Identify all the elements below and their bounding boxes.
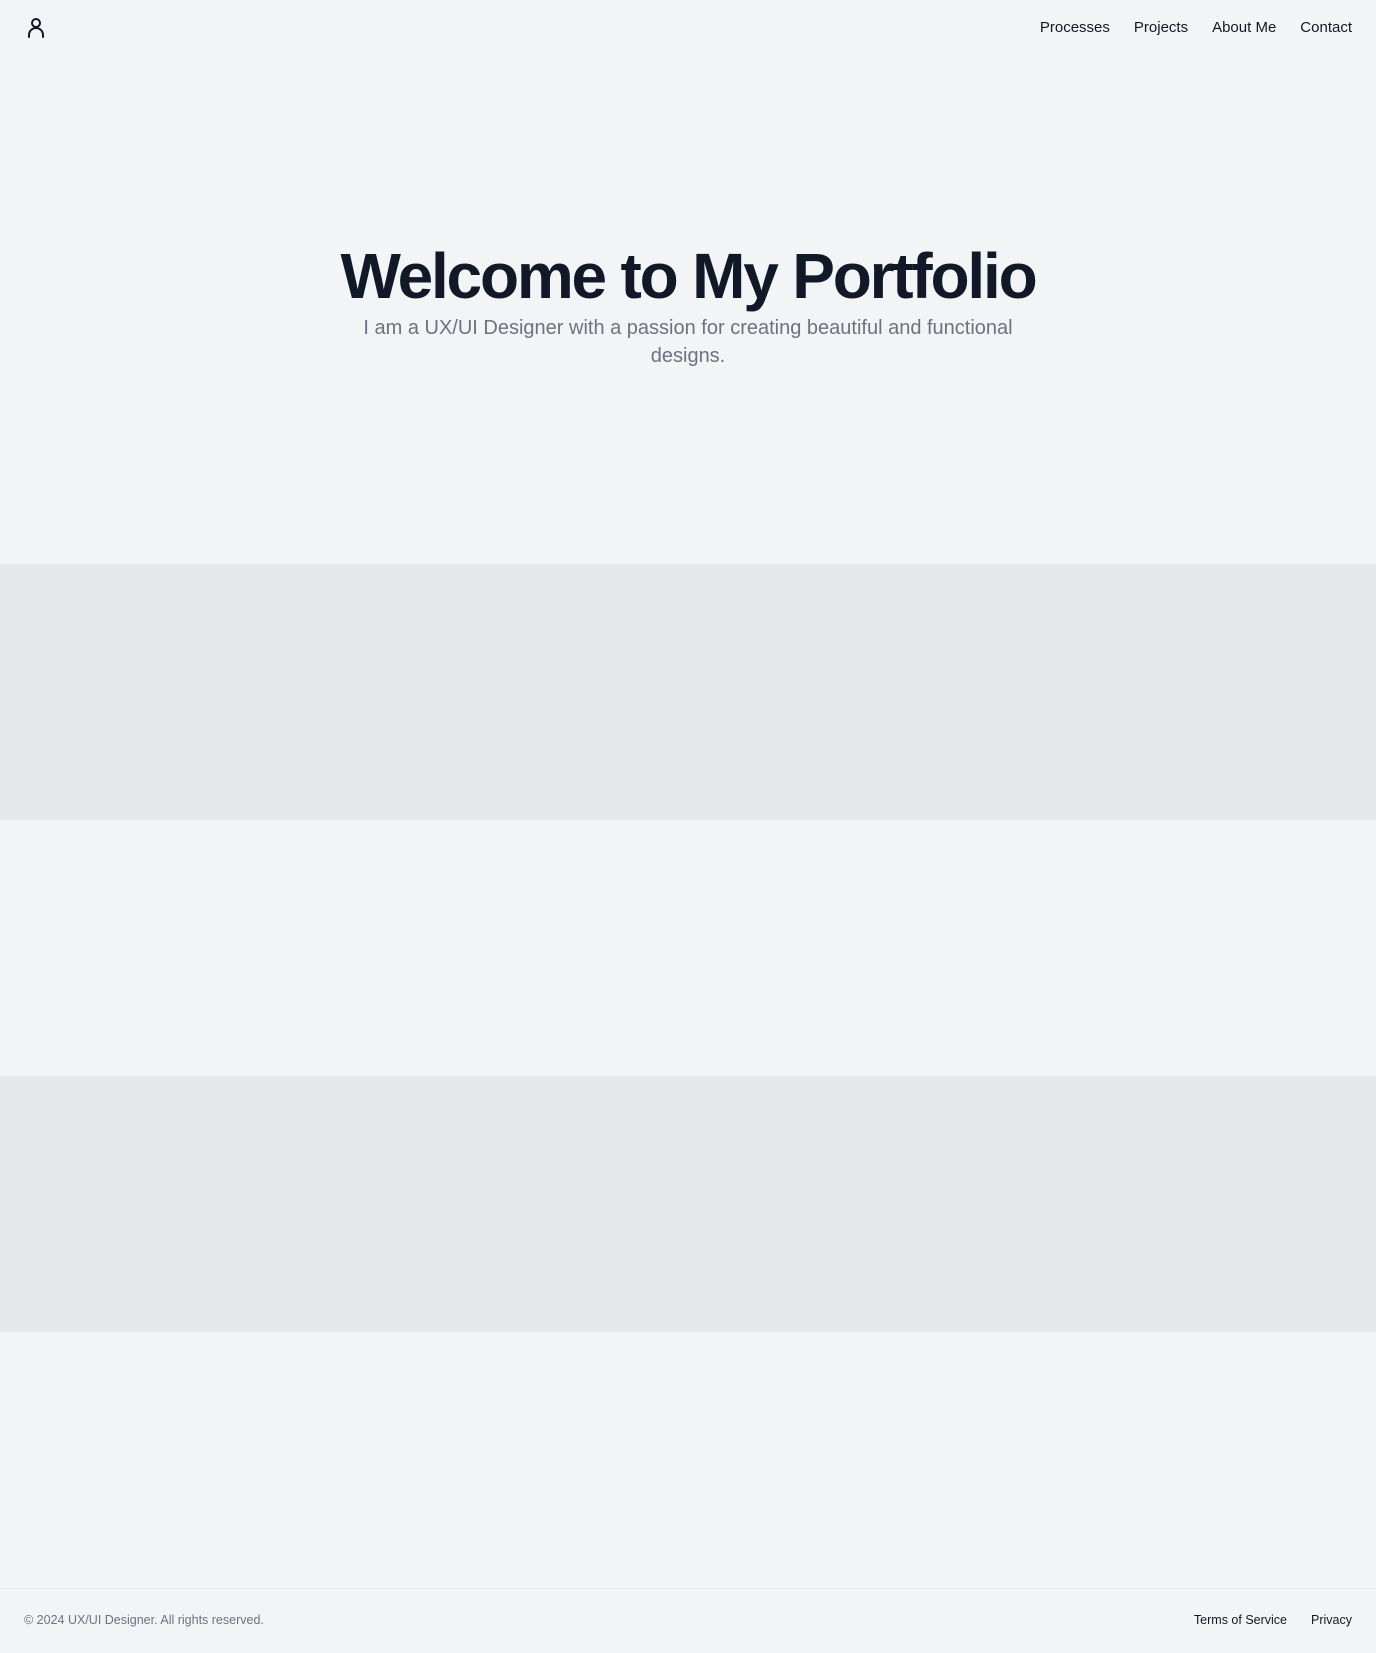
user-icon[interactable] — [24, 16, 48, 40]
site-header: Processes Projects About Me Contact — [0, 0, 1376, 56]
nav-projects[interactable]: Projects — [1134, 17, 1188, 39]
footer-link-privacy[interactable]: Privacy — [1311, 1611, 1352, 1629]
footer-link-terms[interactable]: Terms of Service — [1194, 1611, 1287, 1629]
section-band-4 — [0, 1332, 1376, 1588]
main-nav: Processes Projects About Me Contact — [1040, 17, 1352, 39]
nav-contact[interactable]: Contact — [1300, 17, 1352, 39]
section-band-2 — [0, 820, 1376, 1076]
copyright-text: © 2024 UX/UI Designer. All rights reserv… — [24, 1613, 264, 1627]
hero-subtitle: I am a UX/UI Designer with a passion for… — [363, 317, 1013, 367]
nav-about-me[interactable]: About Me — [1212, 17, 1276, 39]
site-footer: © 2024 UX/UI Designer. All rights reserv… — [0, 1588, 1376, 1653]
section-band-3 — [0, 1076, 1376, 1332]
footer-links: Terms of Service Privacy — [1194, 1611, 1352, 1629]
hero-section: Welcome to My Portfolio I am a UX/UI Des… — [0, 56, 1376, 564]
nav-processes[interactable]: Processes — [1040, 17, 1110, 39]
hero-title: Welcome to My Portfolio — [340, 240, 1038, 312]
section-band-1 — [0, 564, 1376, 820]
